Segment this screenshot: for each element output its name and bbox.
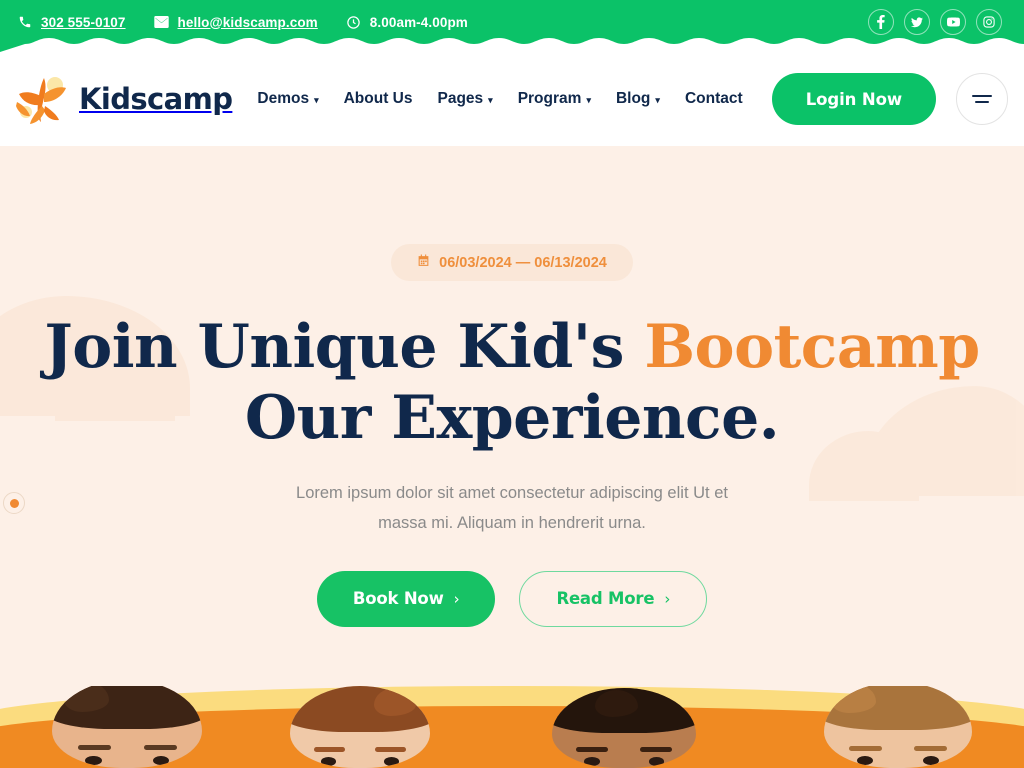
book-now-button[interactable]: Book Now › (316, 570, 496, 627)
hamburger-menu-icon[interactable] (956, 73, 1008, 125)
chevron-right-icon: › (453, 589, 460, 608)
login-now-button[interactable]: Login Now (771, 73, 936, 125)
headline-line-1: Join Unique Kid's Bootcamp (44, 312, 980, 382)
hero-subtitle: Lorem ipsum dolor sit amet consectetur a… (0, 478, 1024, 539)
camp-date-range: 06/03/2024 — 06/13/2024 (439, 254, 607, 271)
nav-label: Pages (437, 90, 484, 107)
nav-item-about-us[interactable]: About Us (344, 90, 413, 108)
camp-date-badge: 06/03/2024 — 06/13/2024 (391, 244, 633, 281)
nav-label: Demos (257, 90, 310, 107)
chevron-right-icon: › (664, 589, 671, 608)
slide-indicator-dot[interactable] (3, 492, 25, 514)
youtube-icon[interactable] (940, 9, 966, 35)
dot-inner (9, 498, 19, 508)
nav-item-contact[interactable]: Contact (685, 90, 743, 108)
phone-link[interactable]: 302 555-0107 (18, 15, 126, 30)
calendar-icon (417, 254, 430, 271)
book-now-label: Book Now (352, 589, 444, 609)
site-header: Kidscamp Demos ▾ About Us Pages ▾ Progra… (0, 52, 1024, 146)
burger-line (975, 101, 989, 104)
top-contact-info: 302 555-0107 hello@kidscamp.com 8.00am-4… (18, 15, 468, 30)
phone-number: 302 555-0107 (41, 14, 126, 30)
hero-cta-row: Book Now › Read More › (0, 570, 1024, 627)
chevron-down-icon: ▾ (488, 94, 493, 105)
nav-label: Contact (684, 90, 743, 107)
instagram-icon[interactable] (976, 9, 1002, 35)
kid-photo-1 (52, 686, 202, 768)
nav-item-program[interactable]: Program ▾ (518, 90, 591, 108)
opening-hours: 8.00am-4.00pm (346, 15, 468, 30)
headline-accent-word: Bootcamp (644, 312, 980, 382)
burger-line (972, 94, 992, 97)
chevron-down-icon: ▾ (655, 94, 660, 105)
nav-label: Program (517, 90, 582, 107)
read-more-button[interactable]: Read More › (519, 570, 708, 627)
nav-item-pages[interactable]: Pages ▾ (437, 90, 492, 108)
brand-logo[interactable]: Kidscamp (14, 72, 233, 126)
main-navigation: Demos ▾ About Us Pages ▾ Program ▾ Blog … (257, 90, 742, 108)
read-more-label: Read More (556, 589, 655, 609)
kids-group (0, 686, 1024, 768)
subtitle-line-1: Lorem ipsum dolor sit amet consectetur a… (296, 483, 728, 502)
email-address: hello@kidscamp.com (177, 14, 318, 30)
kid-photo-3 (552, 688, 696, 768)
scalloped-edge (0, 38, 1024, 52)
phone-icon (18, 15, 32, 29)
hero-section: 06/03/2024 — 06/13/2024 Join Unique Kid'… (0, 146, 1024, 686)
headline-line-2: Our Experience. (244, 382, 780, 453)
chevron-down-icon: ▾ (314, 94, 319, 105)
nav-label: Blog (615, 90, 651, 107)
social-links (868, 9, 1006, 35)
nav-item-demos[interactable]: Demos ▾ (257, 90, 318, 108)
kidscamp-logo-icon (14, 72, 72, 126)
clock-icon (346, 15, 361, 30)
twitter-icon[interactable] (904, 9, 930, 35)
top-contact-bar: 302 555-0107 hello@kidscamp.com 8.00am-4… (0, 0, 1024, 52)
hero-headline: Join Unique Kid's Bootcamp Our Experienc… (0, 312, 1024, 454)
children-photo-band (0, 686, 1024, 768)
facebook-icon[interactable] (868, 9, 894, 35)
email-link[interactable]: hello@kidscamp.com (153, 14, 318, 30)
subtitle-line-2: massa mi. Aliquam in hendrerit urna. (378, 514, 646, 533)
kid-photo-2 (290, 686, 430, 768)
nav-label: About Us (343, 90, 413, 107)
nav-item-blog[interactable]: Blog ▾ (616, 90, 660, 108)
hours-text: 8.00am-4.00pm (369, 14, 468, 30)
headline-text: Join Unique Kid's (44, 312, 645, 382)
chevron-down-icon: ▾ (586, 94, 591, 105)
envelope-icon (153, 16, 169, 28)
kid-photo-4 (824, 686, 972, 768)
brand-name: Kidscamp (79, 82, 233, 116)
